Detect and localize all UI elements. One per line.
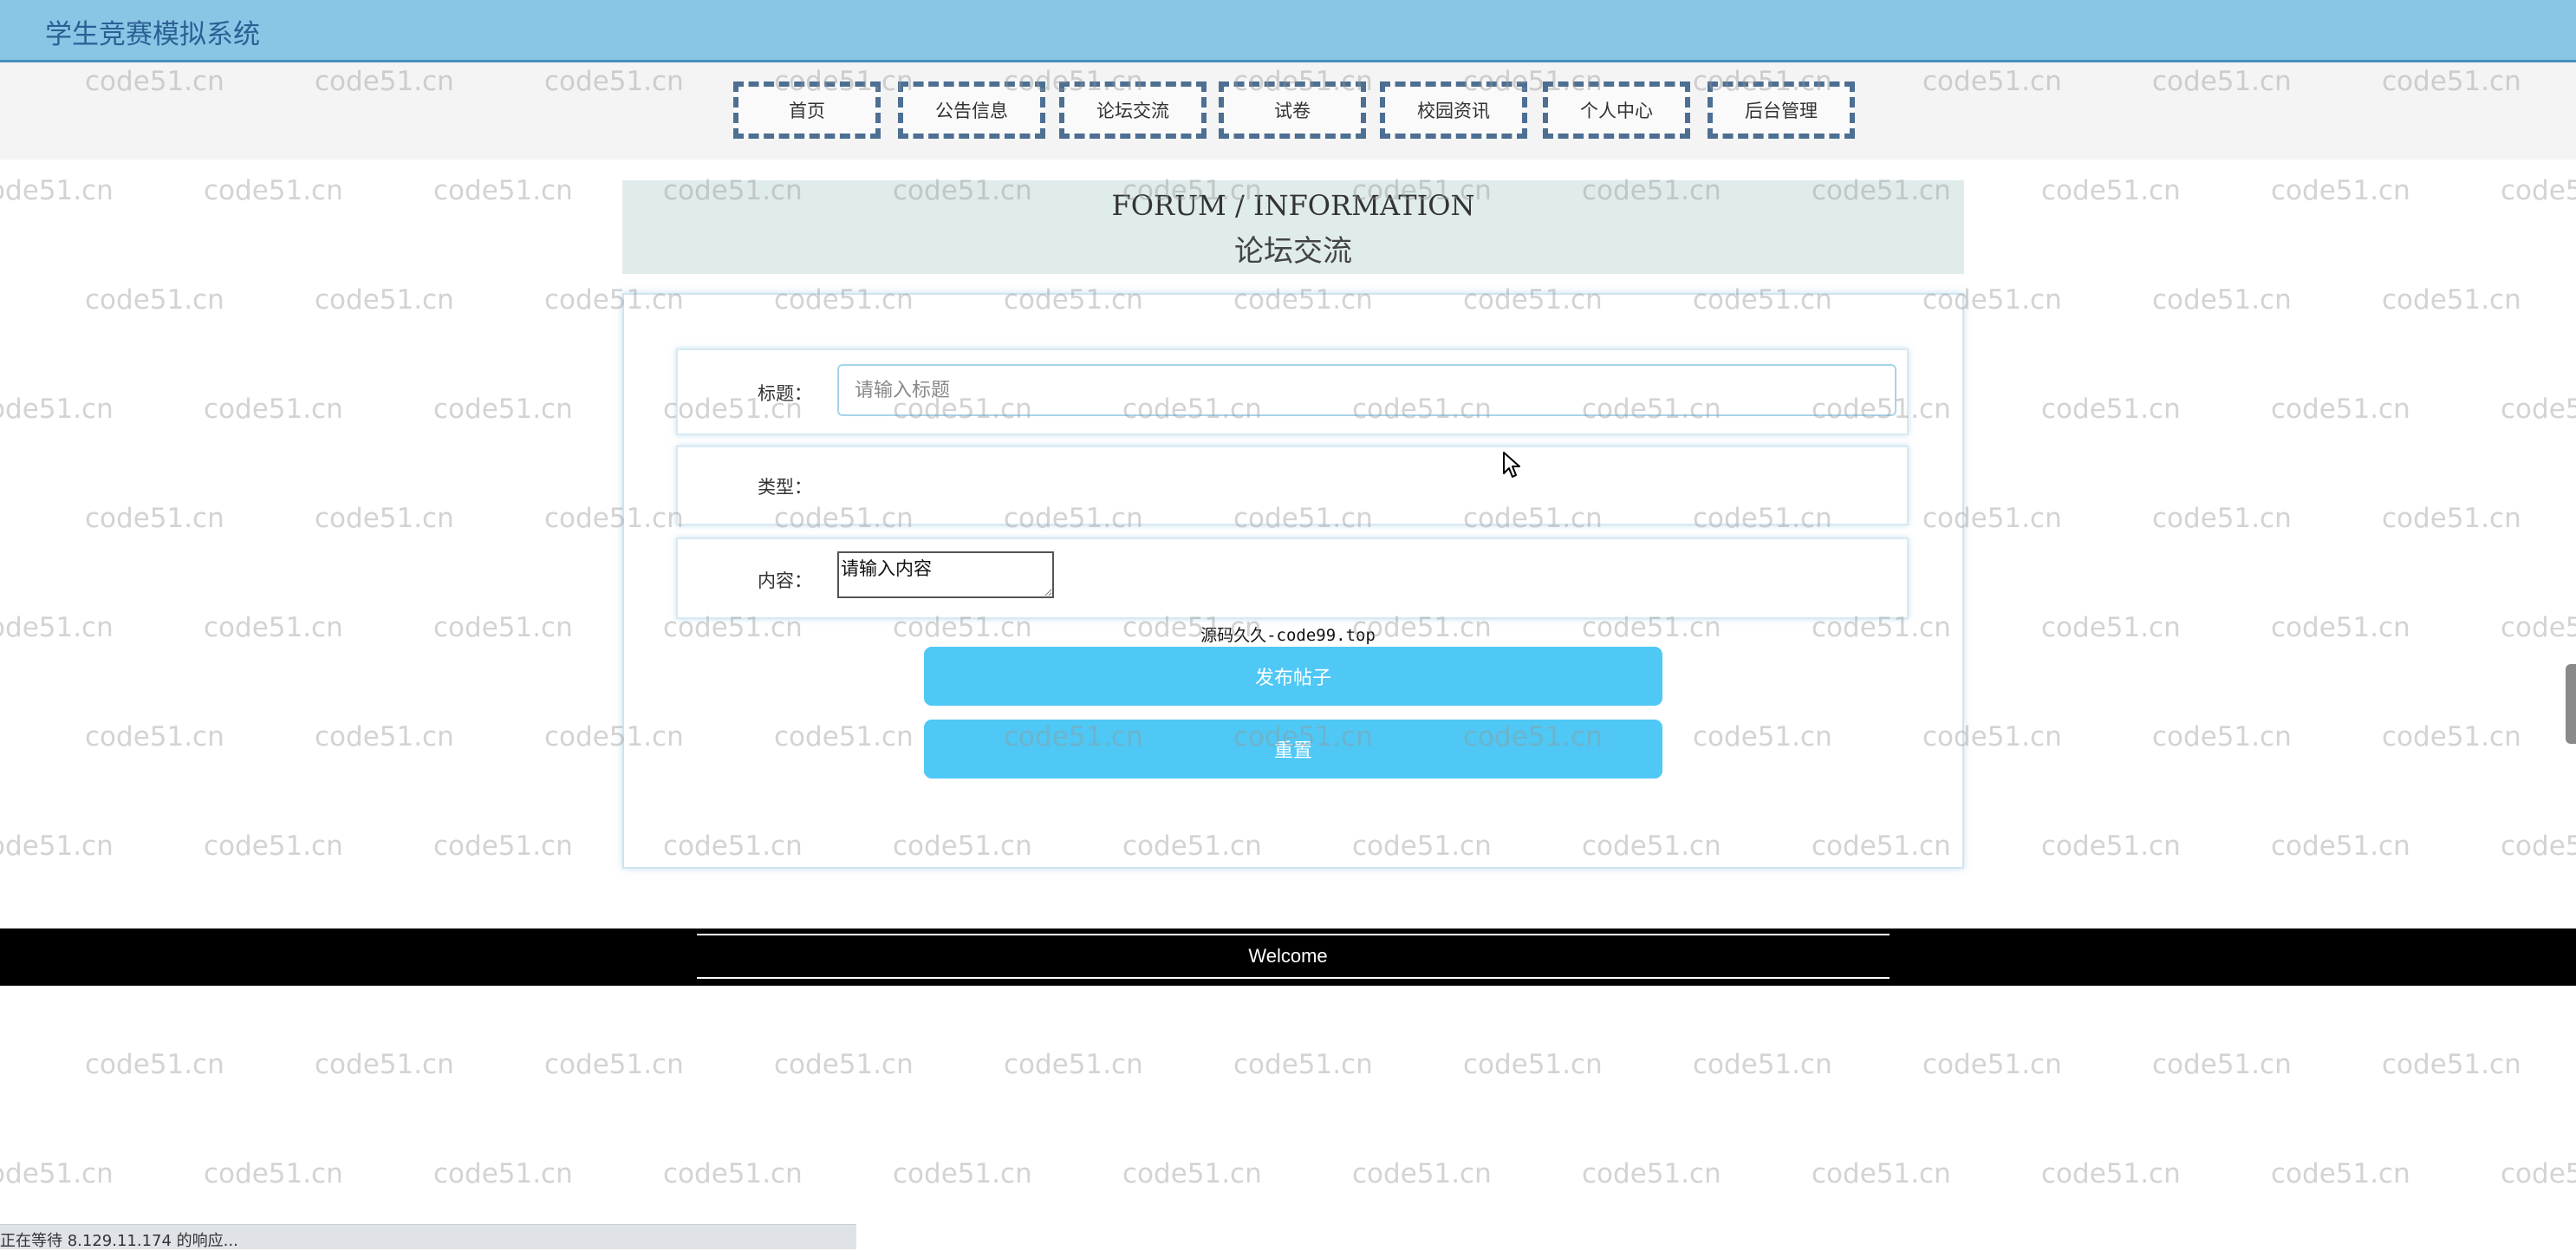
watermark-text: code51.cn — [0, 831, 114, 862]
type-label: 类型： — [758, 477, 812, 498]
footer-top-divider — [697, 934, 1890, 935]
page-title-en: FORUM / INFORMATION — [1111, 189, 1475, 222]
watermark-text: code51.cn — [544, 1049, 684, 1080]
watermark-text: code51.cn — [2152, 721, 2292, 753]
watermark-text: code51.cn — [1004, 1049, 1143, 1080]
watermark-text: code51.cn — [2501, 1158, 2576, 1189]
nav-item-exam[interactable]: 试卷 — [1219, 81, 1366, 139]
watermark-text: code51.cn — [2382, 284, 2521, 316]
watermark-text: code51.cn — [204, 394, 343, 425]
watermark-text: code51.cn — [1812, 1158, 1951, 1189]
watermark-text: code51.cn — [315, 721, 454, 753]
page-title-banner: FORUM / INFORMATION 论坛交流 — [622, 180, 1964, 274]
nav-item-forum[interactable]: 论坛交流 — [1059, 81, 1207, 139]
footer-welcome-text: Welcome — [1248, 945, 1328, 967]
nav-item-campus-news[interactable]: 校园资讯 — [1380, 81, 1527, 139]
publish-post-button[interactable]: 发布帖子 — [924, 647, 1662, 706]
watermark-text: code51.cn — [1693, 1049, 1832, 1080]
watermark-text: code51.cn — [2271, 175, 2410, 206]
watermark-text: code51.cn — [2382, 721, 2521, 753]
title-label: 标题： — [758, 383, 812, 404]
browser-status-bar: 正在等待 8.129.11.174 的响应... — [0, 1224, 856, 1250]
watermark-text: code51.cn — [85, 284, 224, 316]
watermark-text: code51.cn — [2152, 503, 2292, 534]
watermark-text: code51.cn — [315, 284, 454, 316]
form-row-title: 标题： — [676, 349, 1909, 435]
arrow-cursor-icon — [1503, 452, 1520, 478]
watermark-text: code51.cn — [774, 1049, 914, 1080]
watermark-text: code51.cn — [2382, 503, 2521, 534]
title-input[interactable] — [837, 364, 1896, 416]
page-title-cn: 论坛交流 — [1234, 234, 1352, 269]
watermark-text: code51.cn — [315, 1049, 454, 1080]
watermark-text: code51.cn — [1463, 1049, 1603, 1080]
watermark-text: code51.cn — [433, 175, 573, 206]
watermark-text: code51.cn — [204, 175, 343, 206]
watermark-text: code51.cn — [1582, 1158, 1721, 1189]
watermark-text: code51.cn — [0, 175, 114, 206]
watermark-text: code51.cn — [0, 1158, 114, 1189]
content-label: 内容： — [758, 570, 812, 591]
watermark-text: code51.cn — [315, 503, 454, 534]
watermark-text: code51.cn — [85, 721, 224, 753]
site-title[interactable]: 学生竞赛模拟系统 — [45, 12, 260, 51]
watermark-text: code51.cn — [2041, 175, 2181, 206]
watermark-text: code51.cn — [2382, 1049, 2521, 1080]
nav-item-announcements[interactable]: 公告信息 — [898, 81, 1045, 139]
reset-button[interactable]: 重置 — [924, 720, 1662, 779]
page-scrollbar-thumb[interactable] — [2566, 664, 2576, 744]
watermark-text: code51.cn — [433, 831, 573, 862]
watermark-text: code51.cn — [2271, 394, 2410, 425]
watermark-text: code51.cn — [893, 1158, 1032, 1189]
watermark-text: code51.cn — [204, 831, 343, 862]
watermark-text: code51.cn — [204, 1158, 343, 1189]
watermark-text: code51.cn — [1233, 1049, 1373, 1080]
footer-bottom-divider — [697, 977, 1890, 979]
watermark-text: code51.cn — [2501, 831, 2576, 862]
nav-item-admin[interactable]: 后台管理 — [1708, 81, 1855, 139]
watermark-text: code51.cn — [85, 1049, 224, 1080]
top-header: 学生竞赛模拟系统 — [0, 0, 2576, 62]
watermark-text: code51.cn — [2041, 394, 2181, 425]
watermark-text: code51.cn — [663, 1158, 803, 1189]
watermark-text: code51.cn — [2152, 284, 2292, 316]
watermark-text: code51.cn — [2271, 831, 2410, 862]
source-note: 源码久久-code99.top — [1200, 626, 1376, 645]
watermark-text: code51.cn — [1922, 1049, 2062, 1080]
form-row-content: 内容： — [676, 538, 1909, 619]
form-row-type: 类型： — [676, 446, 1909, 525]
watermark-text: code51.cn — [0, 394, 114, 425]
watermark-text: code51.cn — [2271, 1158, 2410, 1189]
watermark-text: code51.cn — [433, 394, 573, 425]
watermark-text: code51.cn — [2501, 394, 2576, 425]
nav-item-personal-center[interactable]: 个人中心 — [1543, 81, 1690, 139]
nav-item-home[interactable]: 首页 — [733, 81, 881, 139]
watermark-text: code51.cn — [433, 1158, 573, 1189]
watermark-text: code51.cn — [2041, 831, 2181, 862]
footer: Welcome — [0, 928, 2576, 986]
watermark-text: code51.cn — [1122, 1158, 1262, 1189]
watermark-text: code51.cn — [1352, 1158, 1492, 1189]
watermark-text: code51.cn — [2152, 1049, 2292, 1080]
content-textarea[interactable] — [837, 551, 1054, 598]
watermark-text: code51.cn — [2501, 175, 2576, 206]
status-text: 正在等待 8.129.11.174 的响应... — [0, 1232, 238, 1250]
watermark-text: code51.cn — [2041, 1158, 2181, 1189]
watermark-text: code51.cn — [85, 503, 224, 534]
